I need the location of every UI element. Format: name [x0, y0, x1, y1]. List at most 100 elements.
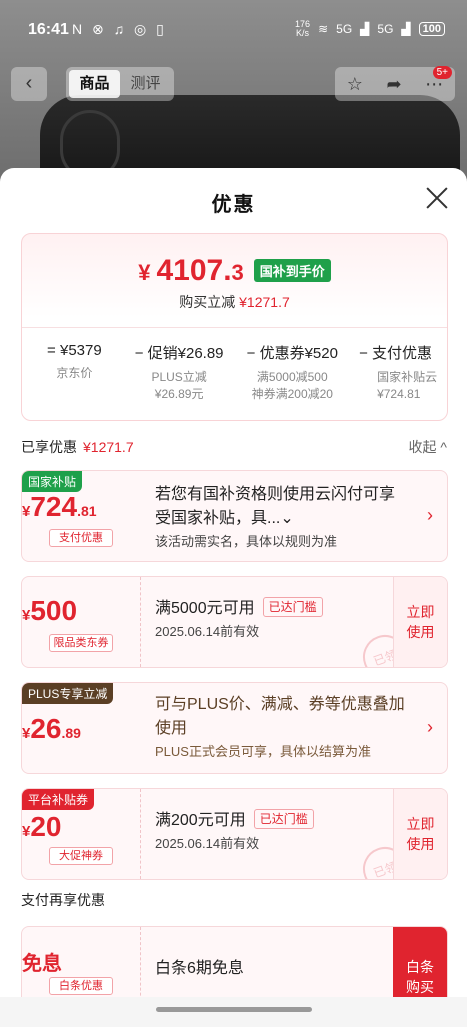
baitiao-amount: 免息	[22, 953, 62, 975]
card-body: 满5000元可用 已达门槛 2025.06.14前有效	[155, 597, 407, 643]
tab-product[interactable]: 商品	[69, 70, 120, 98]
share-icon[interactable]: ➦	[387, 74, 402, 95]
signal-icon-2: ▟	[401, 22, 411, 36]
reduce-line: 购买立减 ¥1271.7	[22, 292, 447, 312]
breakdown-value: 支付优惠	[372, 345, 433, 362]
price-tag: 国补到手价	[253, 259, 331, 282]
amount-int: 26	[30, 713, 62, 744]
card-title-line: 满200元可用 已达门槛	[155, 809, 407, 833]
top-nav: ‹ 商品 测评 ☆ ➦ ⋯ 5+	[0, 66, 467, 106]
network-speed-unit: K/s	[296, 28, 310, 38]
breakdown-sub1: PLUS立减	[151, 370, 207, 384]
breakdown-item: − 促销¥26.89 PLUS立减 ¥26.89元	[127, 328, 232, 422]
card-title: 可与PLUS价、满减、券等优惠叠加使用	[155, 696, 405, 737]
card-title-line: 满5000元可用 已达门槛	[155, 597, 407, 621]
card-label: 限品类东券	[49, 634, 113, 652]
breakdown-main: − 促销¥26.89	[127, 342, 232, 363]
discount-sheet: 优惠 ¥ 4107. 3 国补到手价 购买立减 ¥1271.7 = ¥5379 …	[0, 168, 467, 1027]
signal-5g-1: 5G	[336, 22, 353, 36]
enjoyed-label: 已享优惠	[21, 439, 77, 455]
threshold-badge: 已达门槛	[253, 809, 314, 829]
card-sub: PLUS正式会员可享，具体以结算为准	[155, 744, 371, 759]
card-body: 满200元可用 已达门槛 2025.06.14前有效	[155, 809, 407, 855]
breakdown-sub1: 国家补贴云	[377, 370, 438, 384]
signal-icon: ▟	[360, 22, 370, 36]
breakdown-item: − 优惠券¥520 满5000减500 神券满200减20	[232, 328, 354, 422]
baitiao-label: 白条优惠	[49, 977, 113, 995]
card-body: 可与PLUS价、满减、券等优惠叠加使用 PLUS正式会员可享，具体以结算为准	[155, 693, 407, 763]
breakdown-sub1: 满5000减500	[256, 370, 328, 384]
price-symbol: ¥	[138, 260, 151, 285]
use-now-button[interactable]: 立即使用	[393, 789, 447, 879]
enjoyed-discount: 已享优惠 ¥1271.7	[21, 437, 134, 457]
network-speed: 176 K/s	[295, 20, 310, 38]
status-notification-icons: N ⊗ ♫ ◎ ▯	[72, 21, 167, 37]
home-indicator[interactable]	[156, 1007, 312, 1012]
breakdown-item: − 支付优惠 国家补贴云 ¥724.81	[353, 328, 447, 422]
battery-icon: 100	[418, 22, 445, 36]
price-integer: 4107.	[156, 254, 232, 287]
card-amount: ¥500	[22, 595, 140, 627]
breakdown-value: ¥5379	[59, 342, 102, 359]
status-time: 16:41	[28, 21, 69, 38]
close-icon[interactable]	[425, 186, 449, 210]
breakdown-main: − 支付优惠	[359, 342, 447, 363]
card-amount: ¥26.89	[22, 713, 140, 745]
card-ribbon: 平台补贴券	[22, 789, 95, 810]
breakdown-op: =	[47, 342, 56, 359]
coupon-card-platform: 平台补贴券 ¥20 大促神券 满200元可用 已达门槛 2025.06.14前有效…	[21, 788, 448, 880]
breakdown-op: −	[246, 345, 256, 362]
use-now-button[interactable]: 立即使用	[393, 577, 447, 667]
wifi-icon: ≋	[318, 22, 329, 36]
price-decimal: 3	[231, 260, 244, 285]
use-now-label: 立即使用	[406, 816, 435, 852]
amount-dec: .81	[77, 503, 97, 519]
breakdown-sub2: 神券满200减20	[251, 387, 333, 401]
reduce-label: 购买立减	[179, 294, 236, 310]
card-body: 若您有国补资格则使用云闪付可享受国家补贴，具...⌄ 该活动需实名，具体以规则为…	[155, 483, 407, 553]
collapse-button[interactable]: 收起 ^	[409, 437, 447, 457]
card-amount: ¥20	[22, 811, 140, 843]
card-sub: 该活动需实名，具体以规则为准	[155, 534, 338, 549]
card-ribbon: PLUS专享立减	[22, 683, 114, 704]
amount-dec: .89	[61, 725, 81, 741]
home-indicator-bar	[0, 997, 467, 1027]
card-ribbon: 国家补贴	[22, 471, 83, 492]
breakdown-main: = ¥5379	[22, 342, 127, 359]
product-tabs: 商品 测评	[66, 67, 174, 101]
use-now-label: 立即使用	[406, 604, 435, 640]
signal-5g-2: 5G	[377, 22, 394, 36]
coupon-card-plus[interactable]: PLUS专享立减 ¥26.89 可与PLUS价、满减、券等优惠叠加使用 PLUS…	[21, 682, 448, 774]
breakdown-op: −	[359, 345, 368, 362]
breakdown-value: 优惠券¥520	[259, 345, 338, 362]
status-right: 176 K/s ≋ 5G ▟ 5G ▟ 100	[295, 20, 445, 38]
sheet-title: 优惠	[211, 194, 256, 216]
chevron-right-icon: ›	[427, 717, 433, 737]
enjoyed-value: ¥1271.7	[83, 439, 134, 455]
tab-review[interactable]: 测评	[120, 70, 171, 98]
pay-section-title: 支付再享优惠	[21, 892, 105, 908]
chevron-right-icon: ›	[427, 505, 433, 525]
star-icon[interactable]: ☆	[347, 74, 363, 95]
card-body: 白条6期免息	[155, 957, 407, 981]
breakdown-main: − 优惠券¥520	[232, 342, 354, 363]
card-title: 满5000元可用	[155, 600, 255, 617]
price-summary: ¥ 4107. 3 国补到手价 购买立减 ¥1271.7 = ¥5379 京东价…	[21, 233, 448, 421]
baitiao-title: 白条6期免息	[155, 960, 244, 977]
nav-actions: ☆ ➦ ⋯ 5+	[335, 66, 455, 101]
coupon-card-500: ¥500 限品类东券 满5000元可用 已达门槛 2025.06.14前有效 已领…	[21, 576, 448, 668]
breakdown-sub2: ¥26.89元	[154, 387, 204, 401]
chevron-left-icon: ‹	[25, 72, 33, 94]
amount-int: 500	[30, 595, 78, 626]
amount-int: 724	[30, 491, 78, 522]
card-divider	[140, 577, 141, 667]
coupon-card-subsidy[interactable]: 国家补贴 ¥724.81 支付优惠 若您有国补资格则使用云闪付可享受国家补贴，具…	[21, 470, 448, 562]
threshold-badge: 已达门槛	[262, 597, 323, 617]
back-button[interactable]: ‹	[11, 67, 47, 101]
price-breakdown: = ¥5379 京东价 − 促销¥26.89 PLUS立减 ¥26.89元 − …	[22, 327, 447, 422]
card-divider	[140, 789, 141, 879]
breakdown-sub1: 京东价	[56, 366, 93, 380]
card-label: 支付优惠	[49, 529, 113, 547]
breakdown-op: −	[134, 345, 144, 362]
breakdown-item: = ¥5379 京东价	[22, 328, 127, 422]
